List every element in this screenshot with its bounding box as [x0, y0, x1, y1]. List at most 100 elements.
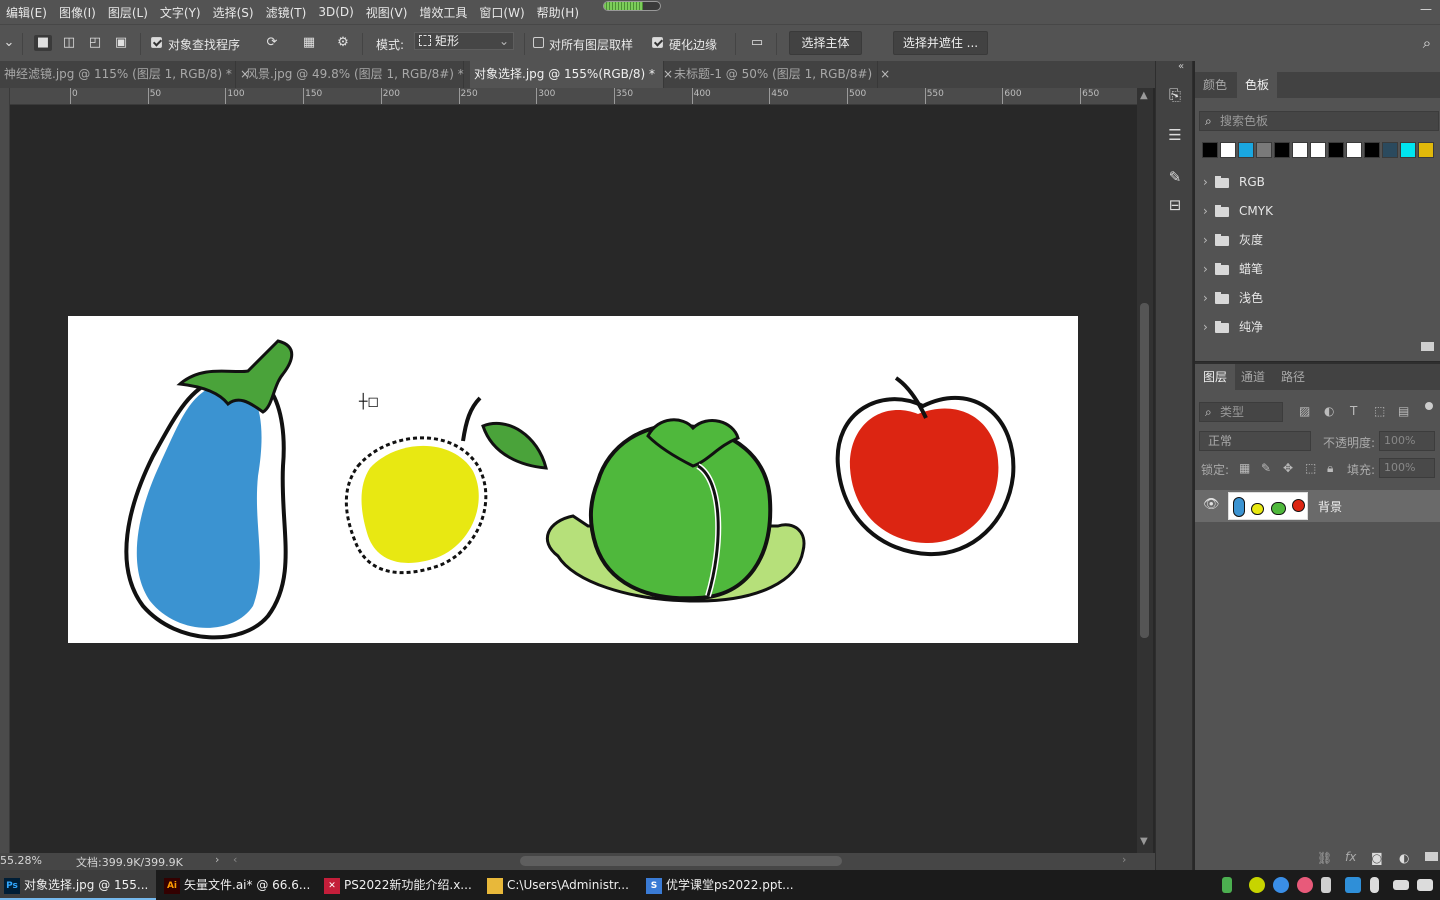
tab-untitled[interactable]: 未标题-1 @ 50% (图层 1, RGB/8#) ×: [670, 61, 890, 88]
filter-toggle-icon[interactable]: [1425, 402, 1433, 410]
tray-flower-icon[interactable]: [1297, 877, 1313, 893]
taskbar-item[interactable]: Ps 对象选择.jpg @ 155...: [0, 870, 156, 900]
subtract-selection-icon[interactable]: ◰: [86, 35, 104, 51]
menu-item-2[interactable]: 图层(L): [102, 4, 154, 21]
menu-item-3[interactable]: 文字(Y): [154, 4, 207, 21]
search-icon[interactable]: ⌕: [1418, 35, 1436, 51]
layer-row-background[interactable]: 👁︎ 背景: [1195, 490, 1440, 522]
select-and-mask-button[interactable]: 选择并遮住 ...: [893, 31, 988, 55]
scroll-right-icon[interactable]: ›: [1122, 853, 1126, 866]
blend-mode-select[interactable]: 正常: [1199, 431, 1311, 451]
menu-item-9[interactable]: 窗口(W): [473, 4, 530, 21]
filter-adjustment-icon[interactable]: ◐: [1324, 404, 1334, 418]
lock-transparent-icon[interactable]: ▦: [1239, 461, 1250, 475]
tab-layers[interactable]: 图层: [1195, 364, 1236, 390]
lock-pixels-icon[interactable]: ✎: [1261, 461, 1271, 475]
tab-channels[interactable]: 通道: [1233, 364, 1273, 390]
swatch-color[interactable]: [1256, 142, 1272, 158]
chevron-right-icon[interactable]: ›: [1203, 255, 1208, 284]
vertical-scrollbar[interactable]: ▲ ▼: [1137, 88, 1153, 853]
menu-item-8[interactable]: 增效工具: [413, 4, 473, 21]
mode-select[interactable]: 矩形 ⌄: [414, 32, 514, 50]
brush-settings-icon[interactable]: ✎: [1165, 167, 1185, 187]
swatch-color[interactable]: [1400, 142, 1416, 158]
document-canvas[interactable]: [68, 316, 1078, 643]
swatch-group-row[interactable]: › 灰度: [1195, 226, 1440, 255]
intersect-selection-icon[interactable]: ▣: [112, 35, 130, 51]
swatch-color[interactable]: [1220, 142, 1236, 158]
menu-item-0[interactable]: 编辑(E): [0, 4, 53, 21]
feedback-icon[interactable]: ▭: [748, 35, 766, 51]
swatch-color[interactable]: [1364, 142, 1380, 158]
horizontal-ruler[interactable]: 0 50 100 150 200 250 300 350 400 450 500 550 600 650: [10, 88, 1138, 105]
tool-preset-chevron-icon[interactable]: ⌄: [2, 35, 16, 51]
swatch-color[interactable]: [1418, 142, 1434, 158]
eye-visibility-icon[interactable]: 👁︎: [1203, 497, 1220, 512]
swatch-group-row[interactable]: › 浅色: [1195, 284, 1440, 313]
collapse-panels-icon[interactable]: «: [1178, 61, 1184, 72]
link-layers-icon[interactable]: ⛓︎: [1317, 851, 1332, 865]
tab-landscape[interactable]: 风景.jpg @ 49.8% (图层 1, RGB/8#) *×: [242, 61, 482, 88]
tray-battery-icon[interactable]: [1222, 877, 1232, 893]
tab-paths[interactable]: 路径: [1273, 364, 1313, 390]
swatch-search-input[interactable]: ⌕ 搜索色板: [1199, 111, 1439, 131]
show-objects-icon[interactable]: ▦: [300, 35, 318, 51]
scroll-up-icon[interactable]: ▲: [1140, 90, 1148, 101]
history-icon[interactable]: ⎘: [1165, 85, 1185, 105]
minimize-button[interactable]: —: [1418, 2, 1434, 20]
chevron-right-icon[interactable]: ›: [1203, 226, 1208, 255]
tab-object-selection[interactable]: 对象选择.jpg @ 155%(RGB/8) * ×: [470, 61, 673, 88]
refresh-icon[interactable]: ⟳: [263, 35, 281, 51]
tray-usb-icon[interactable]: [1321, 877, 1331, 893]
swatch-color[interactable]: [1292, 142, 1308, 158]
swatch-group-row[interactable]: › 蜡笔: [1195, 255, 1440, 284]
chevron-right-icon[interactable]: ›: [1203, 168, 1208, 197]
hard-edge-checkbox[interactable]: [652, 37, 663, 48]
menu-item-10[interactable]: 帮助(H): [531, 4, 585, 21]
new-group-folder-icon[interactable]: [1421, 342, 1434, 351]
swatch-color[interactable]: [1238, 142, 1254, 158]
horizontal-scrollbar-thumb[interactable]: [520, 856, 842, 866]
lock-position-icon[interactable]: ✥: [1283, 461, 1293, 475]
select-subject-button[interactable]: 选择主体: [789, 31, 862, 55]
taskbar-item[interactable]: ▬ C:\Users\Administr...: [483, 870, 638, 900]
adjustments-icon[interactable]: ☰: [1165, 125, 1185, 145]
tray-app-icon[interactable]: [1249, 877, 1265, 893]
menu-item-1[interactable]: 图像(I): [53, 4, 102, 21]
tray-network-icon[interactable]: [1345, 877, 1361, 893]
chevron-right-icon[interactable]: ›: [1203, 197, 1208, 226]
vertical-scrollbar-thumb[interactable]: [1140, 303, 1149, 638]
add-selection-icon[interactable]: ◫: [60, 35, 78, 51]
swatch-color[interactable]: [1274, 142, 1290, 158]
swatch-color[interactable]: [1202, 142, 1218, 158]
vertical-ruler[interactable]: [0, 88, 10, 853]
menu-item-4[interactable]: 选择(S): [207, 4, 260, 21]
add-mask-icon[interactable]: ◙: [1371, 851, 1383, 865]
taskbar-item[interactable]: Ai 矢量文件.ai* @ 66.6...: [160, 870, 316, 900]
tray-keyboard-icon[interactable]: [1393, 880, 1409, 890]
swatch-group-row[interactable]: › 纯净: [1195, 313, 1440, 342]
taskbar-item[interactable]: S 优学课堂ps2022.ppt...: [642, 870, 794, 900]
scroll-down-icon[interactable]: ▼: [1140, 836, 1148, 847]
lock-artboard-icon[interactable]: ⬚: [1305, 461, 1316, 475]
fill-input[interactable]: 100%: [1379, 458, 1435, 478]
menu-item-7[interactable]: 视图(V): [360, 4, 414, 21]
lock-all-icon[interactable]: 🔒︎: [1327, 461, 1333, 476]
swatch-color[interactable]: [1382, 142, 1398, 158]
object-finder-checkbox[interactable]: [151, 37, 162, 48]
taskbar-item[interactable]: ✕ PS2022新功能介绍.x...: [320, 870, 477, 900]
tray-display-icon[interactable]: [1417, 879, 1433, 891]
chevron-right-icon[interactable]: ›: [215, 853, 219, 866]
opacity-input[interactable]: 100%: [1379, 431, 1435, 451]
new-group-folder-icon[interactable]: [1425, 852, 1438, 861]
chevron-right-icon[interactable]: ›: [1203, 284, 1208, 313]
gear-icon[interactable]: ⚙: [334, 35, 352, 51]
close-icon[interactable]: ×: [880, 67, 890, 81]
filter-shape-icon[interactable]: ⬚: [1374, 404, 1385, 418]
menu-item-5[interactable]: 滤镜(T): [260, 4, 313, 21]
tray-cloud-icon[interactable]: [1273, 877, 1289, 893]
swatch-group-row[interactable]: › RGB: [1195, 168, 1440, 197]
document-size[interactable]: 文档:399.9K/399.9K: [76, 854, 183, 870]
tab-color[interactable]: 颜色: [1195, 72, 1235, 98]
chevron-right-icon[interactable]: ›: [1203, 313, 1208, 342]
